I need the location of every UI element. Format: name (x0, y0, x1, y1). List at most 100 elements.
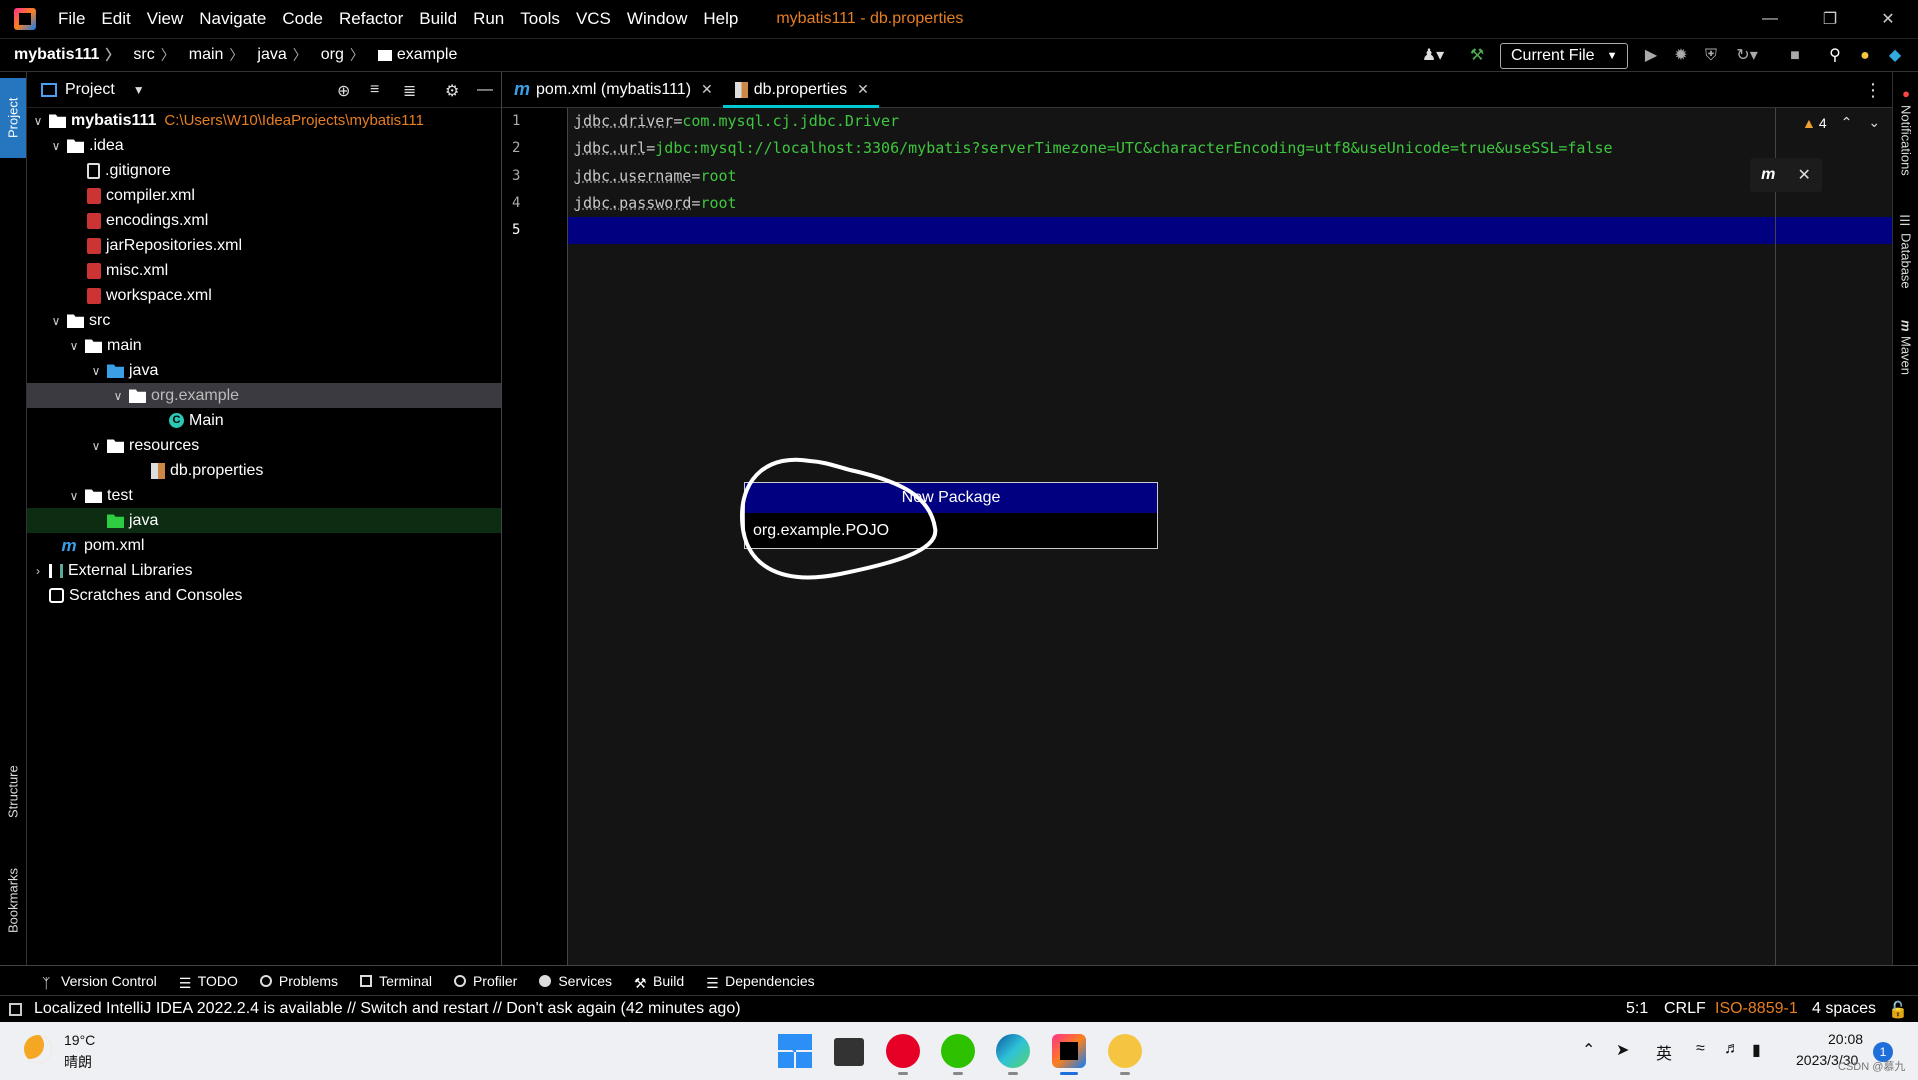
intellij-idea-icon[interactable] (1052, 1034, 1086, 1068)
line-separator[interactable]: CRLF (1664, 1000, 1706, 1018)
status-message[interactable]: Localized IntelliJ IDEA 2022.2.4 is avai… (34, 1000, 741, 1018)
lock-icon[interactable]: 🔓 (1888, 1000, 1908, 1020)
code-line[interactable]: jdbc.url=jdbc:mysql://localhost:3306/myb… (574, 135, 1613, 162)
indent-setting[interactable]: 4 spaces (1812, 1000, 1876, 1018)
tree-item-main-folder[interactable]: ∨ main (27, 333, 501, 358)
code-line[interactable]: jdbc.driver=com.mysql.cj.jdbc.Driver (574, 108, 899, 135)
battery-icon[interactable]: ▮ (1752, 1040, 1761, 1060)
tree-item-src-folder[interactable]: ∨ src (27, 308, 501, 333)
tree-item-class[interactable]: C Main (27, 408, 501, 433)
tree-item-file[interactable]: .gitignore (27, 158, 501, 183)
menu-view[interactable]: View (139, 9, 192, 29)
tree-item-scratches[interactable]: Scratches and Consoles (27, 583, 501, 608)
breadcrumb-example[interactable]: example (364, 46, 457, 64)
clock-time[interactable]: 20:08 (1828, 1031, 1863, 1047)
tree-item-package-selected[interactable]: ∨ org.example (27, 383, 501, 408)
inspection-widget[interactable]: ▲ 4 ⌃ ⌄ (1802, 114, 1880, 131)
expand-all-icon[interactable]: ≡ (370, 81, 379, 99)
moon-weather-icon[interactable] (24, 1035, 52, 1063)
select-opened-file-icon[interactable]: ⊕ (337, 81, 350, 101)
tool-window-maven-tab[interactable]: m Maven (1893, 320, 1918, 390)
profile-icon[interactable]: ↻▾ (1732, 47, 1762, 65)
windows-start-icon[interactable] (778, 1034, 812, 1068)
weather-temperature[interactable]: 19°C (64, 1032, 95, 1048)
build-hammer-icon[interactable]: ⚒ (1468, 47, 1486, 65)
tool-services[interactable]: Services (539, 973, 612, 989)
code-line[interactable]: jdbc.username=root (574, 163, 737, 190)
menu-build[interactable]: Build (411, 9, 465, 29)
menu-refactor[interactable]: Refactor (331, 9, 411, 29)
tool-window-bookmarks-tab[interactable]: Bookmarks (0, 852, 26, 948)
updates-icon[interactable]: ● (1856, 47, 1874, 65)
menu-tools[interactable]: Tools (512, 9, 568, 29)
tree-item-file[interactable]: db.properties (27, 458, 501, 483)
hide-panel-icon[interactable]: — (477, 81, 493, 99)
tool-version-control[interactable]: ᛉ Version Control (42, 973, 157, 991)
menu-run[interactable]: Run (465, 9, 512, 29)
tab-db-properties[interactable]: db.properties ✕ (722, 72, 880, 108)
project-panel-title[interactable]: Project (65, 81, 115, 99)
location-icon[interactable]: ➤ (1616, 1040, 1629, 1060)
status-toggle-icon[interactable] (9, 1003, 22, 1016)
close-window-button[interactable]: ✕ (1858, 0, 1918, 38)
tree-item-file[interactable]: misc.xml (27, 258, 501, 283)
caret-position[interactable]: 5:1 (1626, 1000, 1648, 1018)
menu-vcs[interactable]: VCS (568, 9, 619, 29)
tree-item-file[interactable]: compiler.xml (27, 183, 501, 208)
breadcrumb-project[interactable]: mybatis111 〉 (0, 45, 119, 65)
close-icon[interactable]: ✕ (857, 81, 869, 98)
tool-todo[interactable]: ☰ TODO (179, 973, 238, 991)
tool-window-structure-tab[interactable]: Structure (0, 752, 26, 832)
tool-build[interactable]: ⚒ Build (634, 973, 684, 991)
breadcrumb-org[interactable]: org 〉 (307, 45, 364, 65)
chevron-down-icon[interactable]: ▼ (133, 83, 145, 97)
tool-problems[interactable]: Problems (259, 973, 338, 989)
tool-window-database-tab[interactable]: ☰ Database (1893, 214, 1918, 298)
tool-window-project-tab[interactable]: Project (0, 78, 26, 158)
close-icon[interactable]: ✕ (1797, 165, 1810, 185)
coverage-icon[interactable]: ⛨ (1702, 47, 1720, 65)
menu-file[interactable]: File (50, 9, 93, 29)
menu-window[interactable]: Window (619, 9, 695, 29)
menu-code[interactable]: Code (274, 9, 331, 29)
show-hidden-icons-icon[interactable]: ⌃ (1582, 1040, 1595, 1060)
input-method-indicator[interactable]: 英 (1656, 1040, 1672, 1064)
tool-terminal[interactable]: Terminal (360, 973, 432, 989)
tree-item-file[interactable]: m pom.xml (27, 533, 501, 558)
weather-description[interactable]: 晴朗 (64, 1052, 92, 1072)
tool-dependencies[interactable]: ☰ Dependencies (706, 973, 815, 991)
package-name-input[interactable] (745, 513, 1157, 548)
tree-item-external-libraries[interactable]: › External Libraries (27, 558, 501, 583)
restore-button[interactable]: ❐ (1800, 0, 1860, 38)
volume-icon[interactable]: ♬ (1724, 1040, 1740, 1058)
collapse-all-icon[interactable]: ≣ (403, 81, 416, 101)
tree-item-test-folder[interactable]: ∨ test (27, 483, 501, 508)
menu-help[interactable]: Help (695, 9, 746, 29)
menu-navigate[interactable]: Navigate (191, 9, 274, 29)
file-encoding[interactable]: ISO-8859-1 (1715, 1000, 1798, 1018)
minimize-button[interactable]: — (1740, 0, 1800, 38)
tree-item-file[interactable]: jarRepositories.xml (27, 233, 501, 258)
tree-item-test-java-folder[interactable]: java (27, 508, 501, 533)
jetbrains-toolbox-icon[interactable]: ◆ (1886, 47, 1904, 65)
wifi-icon[interactable]: ≈ (1696, 1040, 1705, 1058)
maven-reload-icon[interactable]: m (1761, 166, 1775, 184)
wechat-icon[interactable] (941, 1034, 975, 1068)
app-icon[interactable] (1108, 1034, 1142, 1068)
run-icon[interactable]: ▶ (1642, 47, 1660, 65)
tree-item-file[interactable]: workspace.xml (27, 283, 501, 308)
breadcrumb-main[interactable]: main 〉 (175, 45, 244, 65)
menu-edit[interactable]: Edit (93, 9, 138, 29)
search-icon[interactable]: ⚲ (1826, 47, 1844, 65)
next-highlight-icon[interactable]: ⌄ (1868, 114, 1880, 131)
close-icon[interactable]: ✕ (701, 81, 713, 98)
tool-window-notifications-tab[interactable]: ● Notifications (1893, 86, 1918, 196)
previous-highlight-icon[interactable]: ⌃ (1841, 114, 1853, 131)
tree-item-idea-folder[interactable]: ∨ .idea (27, 133, 501, 158)
task-view-icon[interactable] (834, 1038, 864, 1066)
tree-item-java-folder[interactable]: ∨ java (27, 358, 501, 383)
tree-item-file[interactable]: encodings.xml (27, 208, 501, 233)
edge-browser-icon[interactable] (996, 1034, 1030, 1068)
debug-icon[interactable]: ✹ (1672, 47, 1690, 65)
tree-item-resources-folder[interactable]: ∨ resources (27, 433, 501, 458)
